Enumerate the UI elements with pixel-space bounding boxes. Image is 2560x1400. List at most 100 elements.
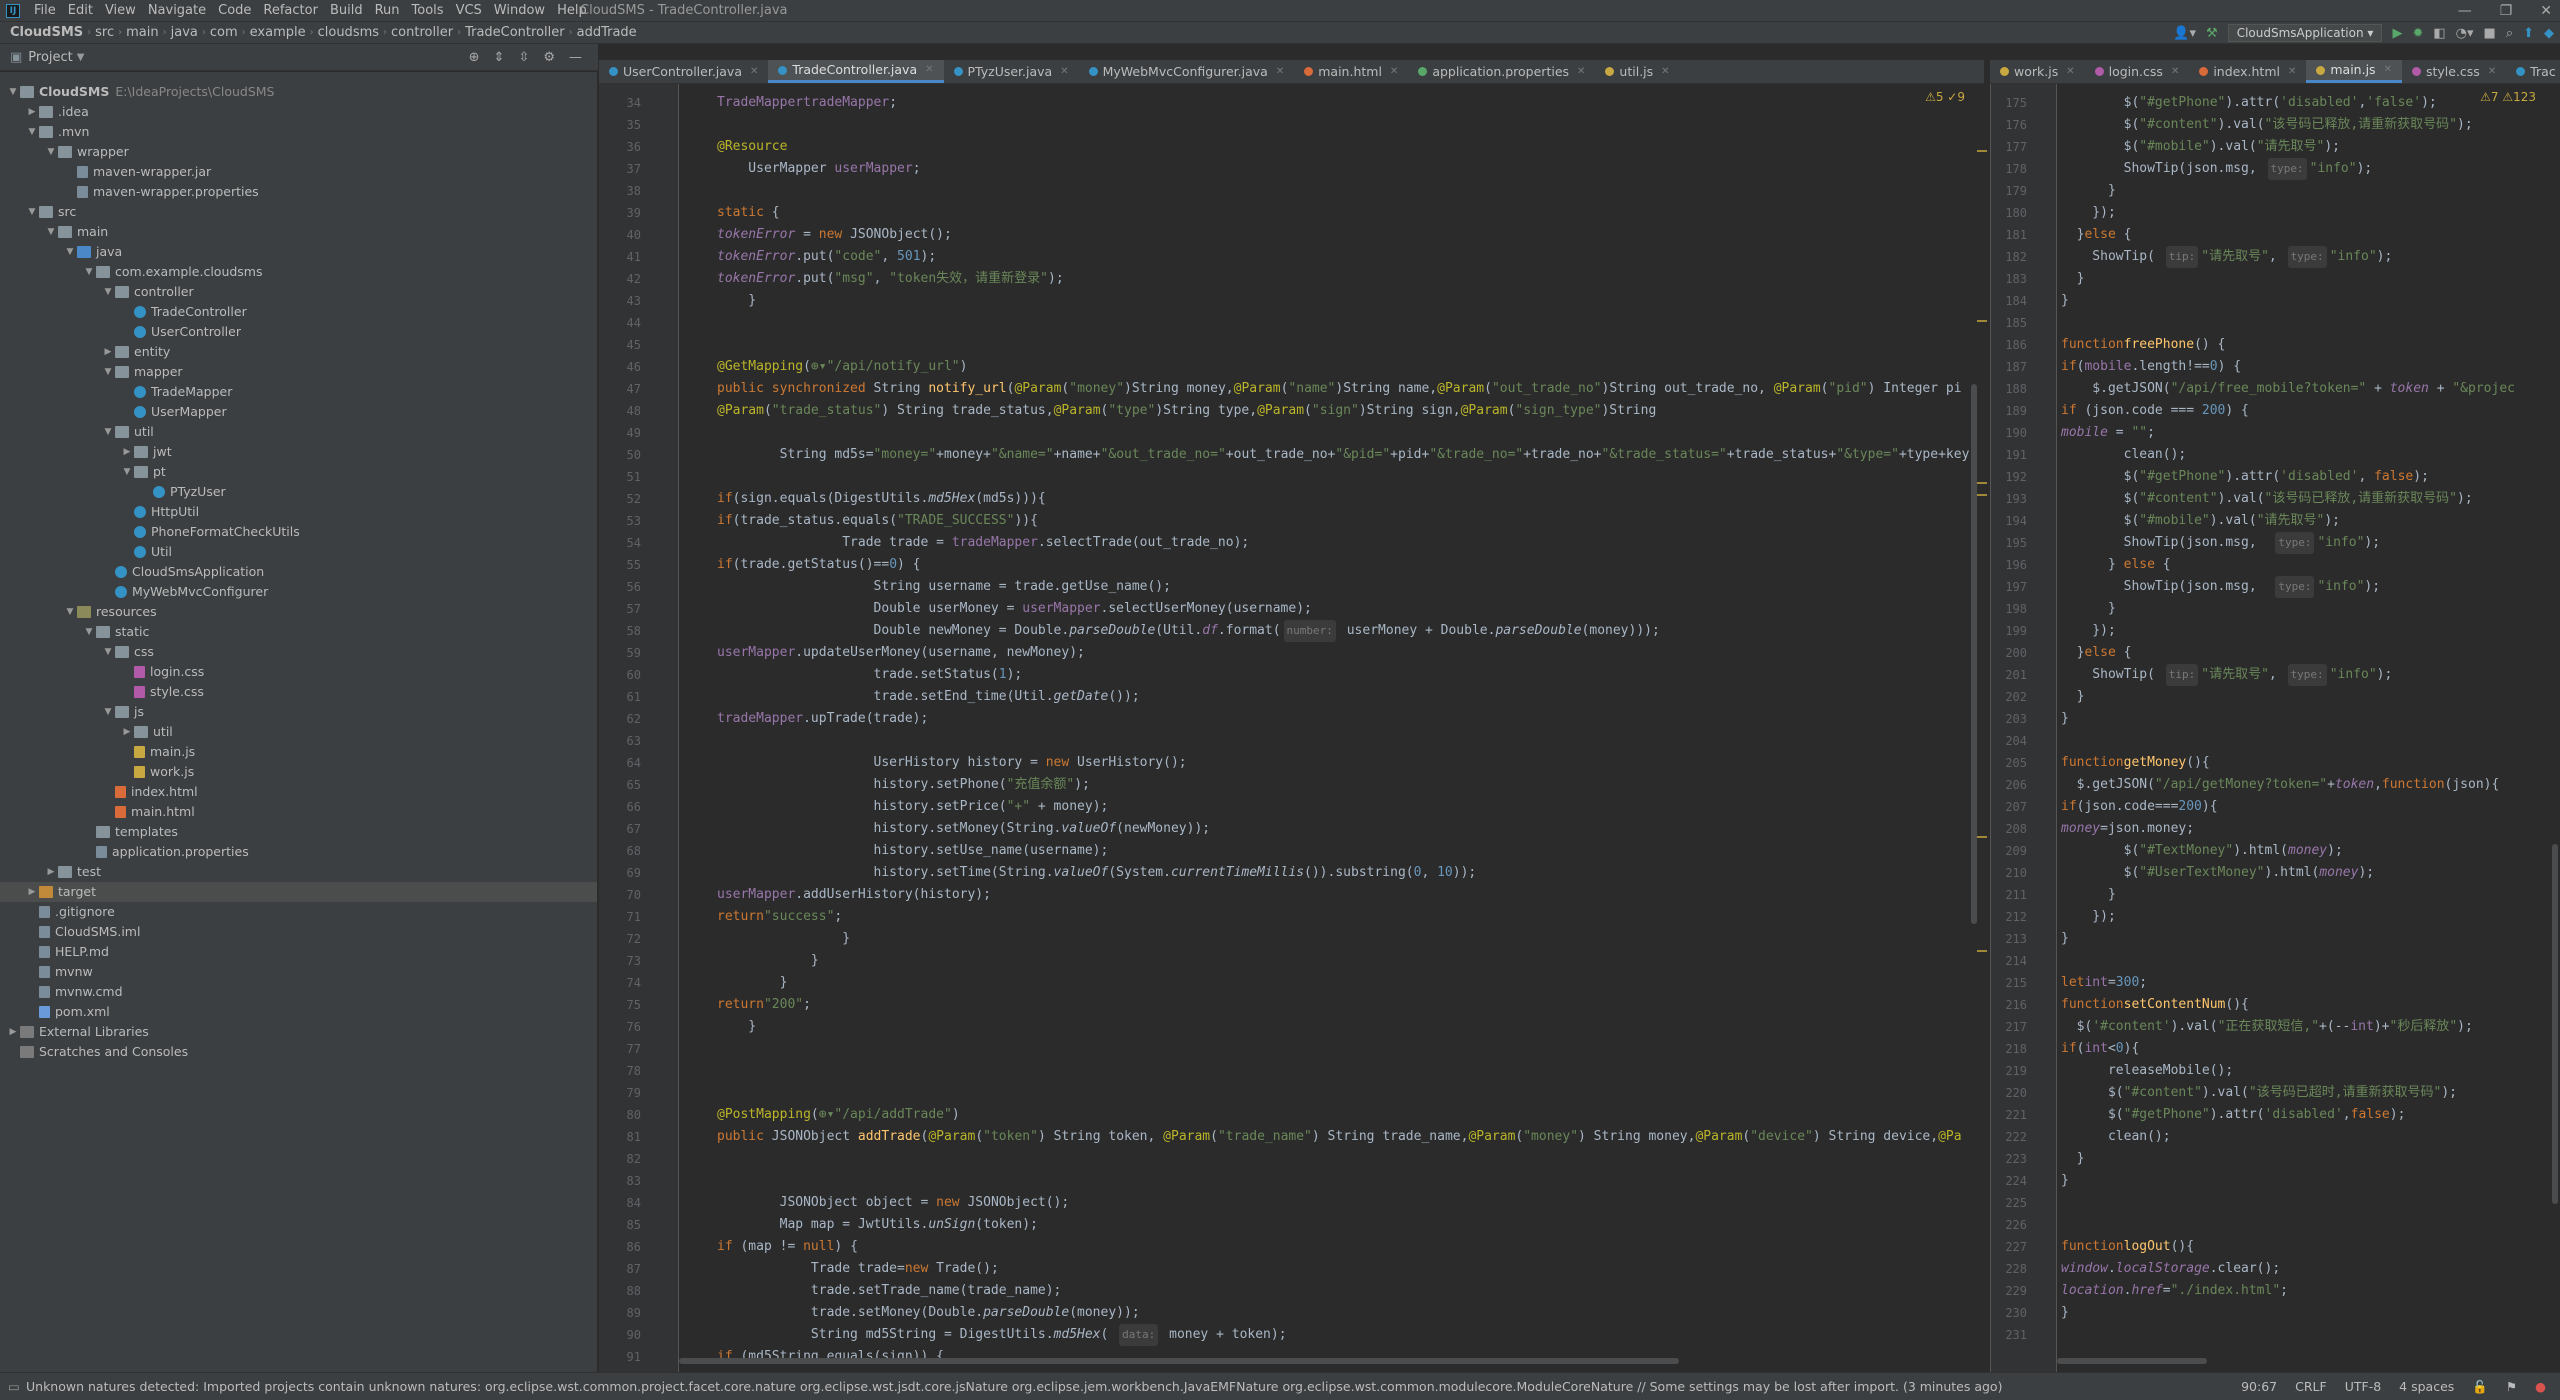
- editor-tab[interactable]: TradeController.java ✕: [768, 60, 944, 83]
- editor-tab[interactable]: util.js ✕: [1595, 60, 1679, 83]
- expand-toggle-icon[interactable]: ▼: [63, 602, 77, 622]
- code-line[interactable]: [717, 114, 1987, 136]
- tree-node[interactable]: ▶ .idea: [0, 102, 597, 122]
- code-line[interactable]: }: [2061, 268, 2551, 290]
- code-line[interactable]: }: [2061, 180, 2551, 202]
- tool-windows-icon[interactable]: ▭: [8, 1379, 20, 1394]
- profile-icon[interactable]: ◔▾: [2456, 26, 2474, 41]
- tree-node[interactable]: ▼ css: [0, 642, 597, 662]
- caret-position[interactable]: 90:67: [2241, 1379, 2277, 1395]
- code-line[interactable]: if (md5String.equals(sign)) {: [717, 1346, 1987, 1368]
- tree-node[interactable]: ▼ java: [0, 242, 597, 262]
- code-line[interactable]: $("#UserTextMoney").html(money);: [2061, 862, 2551, 884]
- editor-tab[interactable]: work.js ✕: [1990, 60, 2085, 83]
- code-line[interactable]: }: [2061, 598, 2551, 620]
- expand-toggle-icon[interactable]: ▼: [101, 282, 115, 302]
- search-icon[interactable]: ⌕: [2506, 26, 2513, 41]
- expand-toggle-icon[interactable]: ▼: [101, 422, 115, 442]
- menu-build[interactable]: Build: [324, 3, 369, 18]
- warning-marker[interactable]: [1977, 150, 1987, 152]
- tree-node[interactable]: ▶ External Libraries: [0, 1022, 597, 1042]
- code-line[interactable]: ShowTip( tip: "请先取号", type: "info");: [2061, 246, 2551, 268]
- menu-code[interactable]: Code: [212, 3, 257, 18]
- notification-icon[interactable]: ●: [2535, 1379, 2546, 1395]
- run-icon[interactable]: ▶: [2392, 26, 2402, 41]
- code-line[interactable]: public JSONObject addTrade(@Param("token…: [717, 1126, 1987, 1148]
- tree-node[interactable]: index.html: [0, 782, 597, 802]
- code-line[interactable]: if (json.code === 200) {: [2061, 400, 2551, 422]
- editor-tab[interactable]: MyWebMvcConfigurer.java ✕: [1079, 60, 1295, 83]
- expand-toggle-icon[interactable]: ▶: [101, 342, 115, 362]
- locate-icon[interactable]: ⊕: [469, 50, 480, 65]
- code-line[interactable]: }: [717, 928, 1987, 950]
- expand-toggle-icon[interactable]: ▶: [120, 722, 134, 742]
- code-line[interactable]: [717, 334, 1987, 356]
- expand-toggle-icon[interactable]: ▼: [63, 242, 77, 262]
- code-line[interactable]: return "200";: [717, 994, 1987, 1016]
- code-line[interactable]: JSONObject object = new JSONObject();: [717, 1192, 1987, 1214]
- close-tab-icon[interactable]: ✕: [1060, 61, 1068, 83]
- expand-toggle-icon[interactable]: ▼: [6, 82, 20, 102]
- code-line[interactable]: $("#content").val("该号码已释放,请重新获取号码");: [2061, 114, 2551, 136]
- minimize-icon[interactable]: —: [2458, 3, 2472, 19]
- code-line[interactable]: } else {: [2061, 554, 2551, 576]
- code-line[interactable]: function setContentNum(){: [2061, 994, 2551, 1016]
- editor-tab[interactable]: Trac✕: [2506, 60, 2560, 83]
- tree-node[interactable]: ▶ jwt: [0, 442, 597, 462]
- code-line[interactable]: });: [2061, 202, 2551, 224]
- tree-node[interactable]: ▼ src: [0, 202, 597, 222]
- code-line[interactable]: }: [717, 972, 1987, 994]
- close-tab-icon[interactable]: ✕: [1390, 61, 1398, 83]
- tree-node[interactable]: ▼ .mvn: [0, 122, 597, 142]
- warning-marker[interactable]: [1977, 494, 1987, 496]
- code-line[interactable]: [717, 422, 1987, 444]
- code-line[interactable]: } else {: [2061, 224, 2551, 246]
- tree-node[interactable]: HELP.md: [0, 942, 597, 962]
- inspection-widget[interactable]: ⚠7 ⚠123: [2480, 90, 2536, 104]
- code-line[interactable]: tokenError = new JSONObject();: [717, 224, 1987, 246]
- warning-marker[interactable]: [1977, 836, 1987, 838]
- code-line[interactable]: @Resource: [717, 136, 1987, 158]
- vertical-scrollbar[interactable]: [2552, 844, 2558, 1204]
- tree-node[interactable]: ▶ target: [0, 882, 597, 902]
- tree-node[interactable]: UserMapper: [0, 402, 597, 422]
- breadcrumb-item[interactable]: controller: [387, 25, 457, 40]
- editor-tab[interactable]: main.html ✕: [1294, 60, 1408, 83]
- code-line[interactable]: location. href = "./index.html";: [2061, 1280, 2551, 1302]
- coverage-icon[interactable]: ◧: [2433, 26, 2445, 41]
- tree-node[interactable]: .gitignore: [0, 902, 597, 922]
- warning-marker[interactable]: [1977, 320, 1987, 322]
- code-line[interactable]: trade.setMoney(Double. parseDouble (money)…: [717, 1302, 1987, 1324]
- expand-toggle-icon[interactable]: ▼: [44, 222, 58, 242]
- git-icon[interactable]: ⚑: [2506, 1379, 2517, 1395]
- code-line[interactable]: $("#getPhone").attr('disabled','false');: [2061, 92, 2551, 114]
- tree-node[interactable]: PhoneFormatCheckUtils: [0, 522, 597, 542]
- tree-node[interactable]: pom.xml: [0, 1002, 597, 1022]
- tree-node[interactable]: Util: [0, 542, 597, 562]
- code-line[interactable]: history.setTime(String. valueOf (System. cu…: [717, 862, 1987, 884]
- tree-node[interactable]: CloudSmsApplication: [0, 562, 597, 582]
- breadcrumb-item[interactable]: cloudsms: [314, 25, 383, 40]
- code-line[interactable]: userMapper .addUserHistory(history);: [717, 884, 1987, 906]
- tree-node[interactable]: templates: [0, 822, 597, 842]
- tree-node[interactable]: PTyzUser: [0, 482, 597, 502]
- line-separator[interactable]: CRLF: [2295, 1379, 2327, 1395]
- tree-node[interactable]: mvnw: [0, 962, 597, 982]
- code-line[interactable]: } else {: [2061, 642, 2551, 664]
- editor-tab[interactable]: style.css ✕: [2402, 60, 2506, 83]
- tree-node[interactable]: maven-wrapper.properties: [0, 182, 597, 202]
- tree-node[interactable]: ▼ mapper: [0, 362, 597, 382]
- code-line[interactable]: let int = 300;: [2061, 972, 2551, 994]
- code-line[interactable]: public synchronized String notify_url(@P…: [717, 378, 1987, 400]
- code-line[interactable]: [717, 180, 1987, 202]
- tree-node[interactable]: ▼ js: [0, 702, 597, 722]
- code-line[interactable]: $("#mobile").val("请先取号");: [2061, 510, 2551, 532]
- menu-edit[interactable]: Edit: [62, 3, 99, 18]
- code-line[interactable]: Double userMoney = userMapper .selectUser…: [717, 598, 1987, 620]
- code-line[interactable]: Trade trade = tradeMapper .selectTrade(ou…: [717, 532, 1987, 554]
- code-line[interactable]: $("#getPhone").attr('disabled', false);: [2061, 1104, 2551, 1126]
- code-line[interactable]: [717, 466, 1987, 488]
- tree-node[interactable]: main.js: [0, 742, 597, 762]
- code-line[interactable]: [717, 1038, 1987, 1060]
- breadcrumb-item[interactable]: java: [167, 25, 202, 40]
